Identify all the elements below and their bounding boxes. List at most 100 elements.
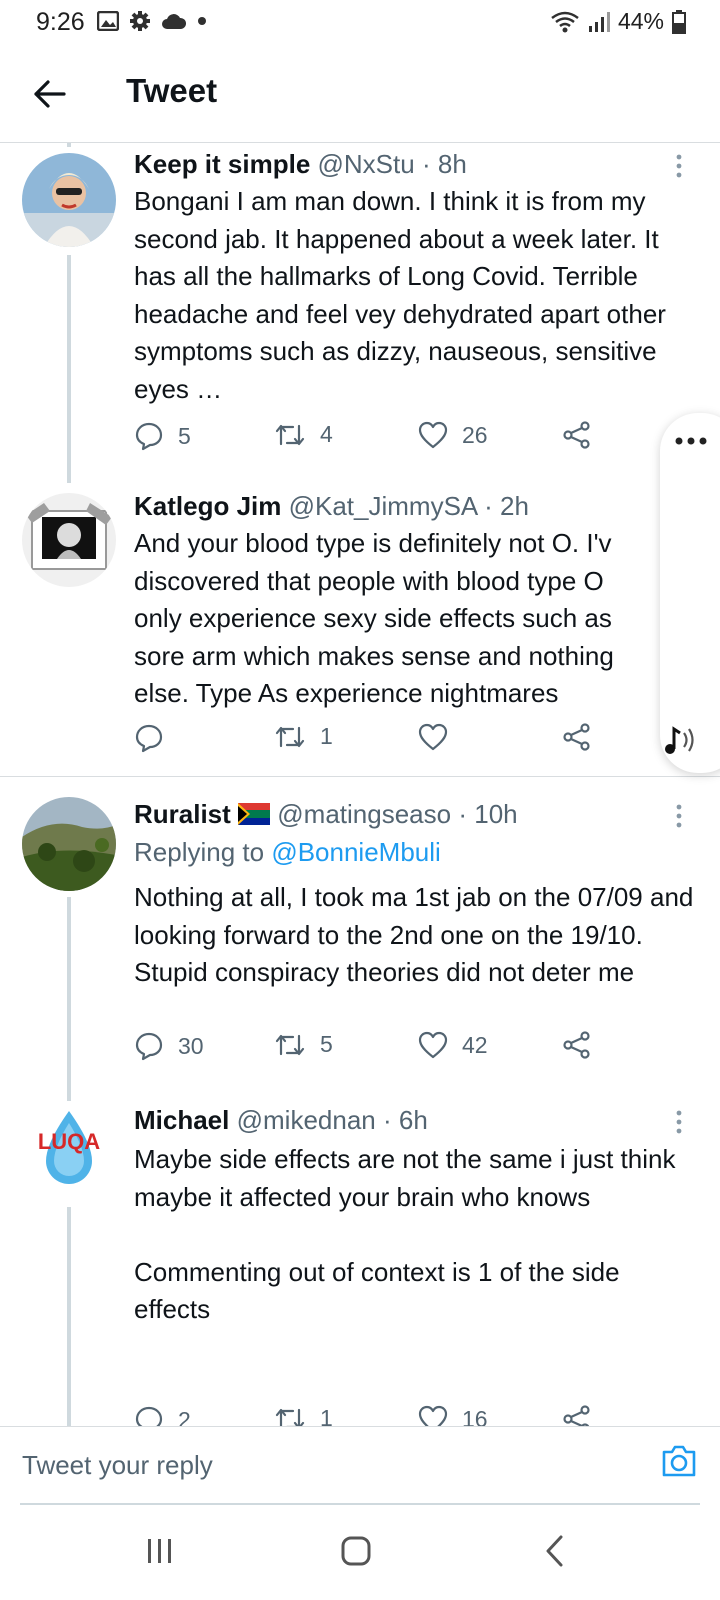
share-button[interactable] [562,723,592,751]
thread-line [67,1085,71,1101]
user-handle[interactable]: @Kat_JimmySA [289,491,477,521]
reply-input[interactable] [20,1439,604,1491]
retweet-count: 5 [320,1031,333,1057]
tweet-item[interactable]: Katlego Jim @Kat_JimmySA · 2h And your b… [0,483,720,776]
share-icon [563,723,590,751]
tweet-text: Maybe side effects are not the same i ju… [134,1144,676,1324]
avatar-image [22,797,116,891]
recent-apps-button[interactable] [140,1531,180,1571]
share-icon [563,1031,590,1059]
retweet-icon [275,1034,305,1055]
separator-dot: · [458,799,467,829]
reply-count: 2 [178,1406,191,1427]
status-notification-icons [97,10,207,32]
panel-more-button[interactable] [674,433,714,453]
replying-to-link[interactable]: @BonnieMbuli [271,837,440,867]
home-button[interactable] [336,1531,376,1571]
chevron-left-icon [546,1535,563,1567]
tweet-time: 6h [398,1105,428,1135]
system-navigation-bar [0,1505,720,1600]
tweet-item[interactable]: LUQA Michael @mikednan · 6h Maybe side e… [0,1085,720,1426]
like-icon [418,1405,448,1426]
retweet-button[interactable]: 1 [274,723,333,750]
retweet-icon [275,1408,305,1426]
retweet-count: 4 [320,421,333,447]
share-button[interactable] [562,1405,592,1426]
tweet-actions: 30 5 42 [134,1031,604,1065]
like-icon [418,723,448,751]
more-vertical-icon [676,804,682,828]
reply-button[interactable]: 30 [134,1031,204,1061]
tweet-feed[interactable]: Keep it simple @NxStu · 8h Bongani I am … [0,143,720,1426]
display-name[interactable]: Katlego Jim [134,491,281,521]
retweet-button[interactable]: 4 [274,421,333,448]
home-icon [341,1536,371,1566]
like-button[interactable]: 42 [418,1031,488,1059]
avatar[interactable] [22,493,116,587]
separator-dot: · [421,149,431,179]
like-count: 42 [462,1031,488,1058]
replying-prefix: Replying to [134,837,272,867]
avatar[interactable] [22,153,116,247]
tweet-item[interactable]: Ruralist @matingseaso · 10h Replying to … [0,777,720,1085]
like-button[interactable]: 16 [418,1405,488,1426]
display-name[interactable]: Ruralist [134,799,231,829]
reply-icon [135,724,163,753]
retweet-button[interactable]: 5 [274,1031,333,1058]
status-system-icons: 44% [550,8,686,35]
like-count: 16 [462,1405,488,1427]
like-icon [418,421,448,449]
audio-button[interactable] [662,723,702,757]
back-button[interactable] [28,74,72,114]
retweet-button[interactable]: 1 [274,1405,333,1426]
page-title: Tweet [126,72,218,109]
user-handle[interactable]: @matingseaso [277,799,451,829]
avatar[interactable]: LUQA [22,1103,116,1197]
tweet-text: Bongani I am man down. I think it is fro… [134,186,674,404]
south-africa-flag-icon [238,803,271,825]
separator-dot: · [484,491,493,521]
reply-button[interactable] [134,723,178,753]
like-icon [418,1031,448,1059]
battery-percent: 44% [617,8,664,34]
tweet-time: 8h [437,149,467,179]
system-back-button[interactable] [536,1531,576,1571]
replying-to: Replying to @BonnieMbuli [134,837,441,868]
tweet-text: And your blood type is definitely not O.… [134,528,622,708]
avatar-logo-text: LUQA [38,1129,100,1154]
like-button[interactable]: 26 [418,421,488,449]
share-button[interactable] [562,1031,592,1059]
avatar-image: LUQA [22,1103,116,1197]
display-name[interactable]: Michael [134,1105,229,1135]
share-button[interactable] [562,421,592,449]
avatar-image [22,153,116,247]
separator-dot: · [382,1105,392,1135]
tweet-actions: 2 1 16 [134,1405,604,1426]
retweet-icon [275,726,305,747]
reply-button[interactable]: 2 [134,1405,191,1426]
retweet-count: 1 [320,1405,333,1426]
tweet-more-button[interactable] [672,803,686,829]
more-horizontal-icon [675,437,707,445]
avatar[interactable] [22,797,116,891]
flag-emoji [238,799,271,829]
user-handle[interactable]: @mikednan [237,1105,376,1135]
tweet-item[interactable]: Keep it simple @NxStu · 8h Bongani I am … [0,143,720,483]
settings-gear-icon [130,11,150,31]
tweet-time: 2h [499,491,529,521]
reply-button[interactable]: 5 [134,421,191,451]
audio-icon [665,726,694,754]
status-time: 9:26 [36,8,85,36]
user-handle[interactable]: @NxStu [318,149,415,179]
battery-icon [672,9,686,34]
camera-icon [662,1445,696,1477]
tweet-more-button[interactable] [672,153,686,179]
like-count: 26 [462,421,488,448]
tweet-header: Ruralist @matingseaso · 10h [134,799,518,830]
tweet-more-button[interactable] [672,1109,686,1135]
thread-line [67,1207,71,1426]
display-name[interactable]: Keep it simple [134,149,310,179]
like-button[interactable] [418,723,462,751]
avatar-image [22,493,116,587]
camera-button[interactable] [660,1443,698,1481]
